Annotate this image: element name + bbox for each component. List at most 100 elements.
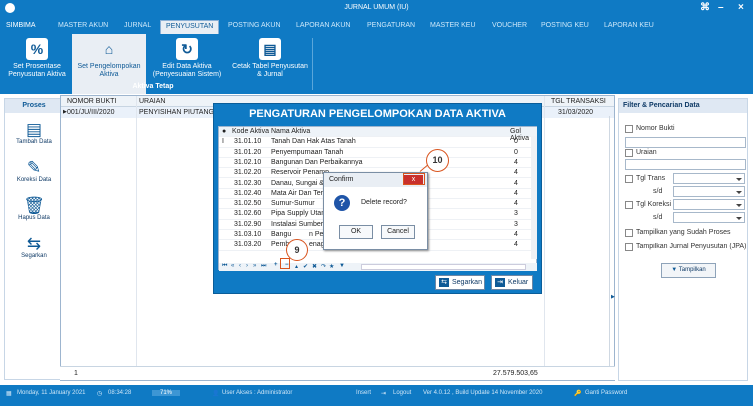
horizontal-scrollbar[interactable] <box>361 264 526 270</box>
menu-master-keu[interactable]: MASTER KEU <box>430 22 476 29</box>
menu-pengaturan[interactable]: PENGATURAN <box>367 22 415 29</box>
tgl-koreksi-label: Tgl Koreksi <box>636 201 672 208</box>
menu-posting-akun[interactable]: POSTING AKUN <box>228 22 281 29</box>
next-record-icon[interactable]: › <box>246 263 248 269</box>
tgl-trans-from-dropdown[interactable] <box>673 173 745 184</box>
uraian-checkbox[interactable] <box>625 149 633 157</box>
prev-page-icon[interactable]: « <box>231 263 234 269</box>
print-icon: ▤ <box>259 38 281 60</box>
aktiva-header: ● Kode Aktiva Nama Aktiva Gol Aktiva <box>219 127 537 142</box>
status-bar: ▦ Monday, 11 January 2021 ◷ 08:34:28 71%… <box>0 385 753 406</box>
close-icon[interactable]: × <box>738 2 744 13</box>
sd-label: s/d <box>653 214 663 221</box>
footer-count: 1 <box>74 370 78 377</box>
ribbon-group-label: Aktiva Tetap <box>132 83 174 90</box>
menu-jurnal[interactable]: JURNAL <box>124 22 151 29</box>
pin-icon[interactable]: ⌘ <box>700 2 710 13</box>
grid-footer: 1 27.579.503,65 <box>60 366 615 380</box>
tgl-trans-to-dropdown[interactable] <box>673 186 745 197</box>
callout-step-9: 9 <box>286 239 308 261</box>
nomor-bukti-label: Nomor Bukti <box>636 125 675 132</box>
logout-button[interactable]: Logout <box>393 390 411 396</box>
ok-button[interactable]: OK <box>339 225 373 239</box>
menu-voucher[interactable]: VOUCHER <box>492 22 527 29</box>
refresh-record-icon[interactable]: ↷ <box>321 263 326 270</box>
next-page-icon[interactable]: » <box>253 263 256 269</box>
minimize-icon[interactable]: – <box>718 2 724 13</box>
last-record-icon[interactable]: ⏭ <box>261 263 266 270</box>
highlight-delete <box>280 258 290 269</box>
nomor-bukti-input[interactable] <box>625 137 746 148</box>
col-tgl-transaksi[interactable]: TGL TRANSAKSI <box>551 98 606 105</box>
nomor-bukti-checkbox[interactable] <box>625 125 633 133</box>
koreksi-data-button[interactable]: ✎ Koreksi Data <box>5 159 63 184</box>
table-row[interactable]: I 31.01.10 Tanah Dan Hak Atas Tanah 0 <box>219 137 537 148</box>
insert-record-icon[interactable]: + <box>274 262 278 268</box>
filter-icon: ▼ <box>671 267 678 273</box>
right-arrow-icon[interactable]: ▶ <box>611 294 615 300</box>
menu-bar: SIMBIMA MASTER AKUN JURNAL PENYUSUTAN PO… <box>0 17 753 34</box>
highlight-close <box>403 173 425 185</box>
hapus-data-button[interactable]: 🗑 Hapus Data <box>5 197 63 222</box>
logout-icon[interactable]: ⇥ <box>381 390 386 397</box>
tgl-trans-checkbox[interactable] <box>625 175 633 183</box>
add-doc-icon: ▤ <box>25 120 43 139</box>
status-version: Ver 4.0.12 , Build Update 14 November 20… <box>423 390 543 396</box>
menu-laporan-akun[interactable]: LAPORAN AKUN <box>296 22 350 29</box>
percent-icon: % <box>26 38 48 60</box>
tambah-data-button[interactable]: ▤ Tambah Data <box>5 120 63 146</box>
cancel-button[interactable]: Cancel <box>381 225 415 239</box>
menu-posting-keu[interactable]: POSTING KEU <box>541 22 589 29</box>
post-record-icon[interactable]: ✔ <box>303 263 308 270</box>
refresh-icon: ↻ <box>176 38 198 60</box>
cetak-tabel-button[interactable]: ▤ Cetak Tabel Penyusutan & Jurnal <box>232 34 308 94</box>
table-row[interactable]: 31.01.20 Penyempurnaan Tanah 0 <box>219 148 537 158</box>
first-record-icon[interactable]: ⏮ <box>222 263 227 270</box>
app-name[interactable]: SIMBIMA <box>6 22 36 29</box>
confirm-message: Delete record? <box>361 199 407 206</box>
menu-laporan-keu[interactable]: LAPORAN KEU <box>604 22 654 29</box>
cancel-record-icon[interactable]: ✖ <box>312 263 317 270</box>
tgl-trans-label: Tgl Trans <box>636 175 666 182</box>
col-uraian[interactable]: URAIAN <box>139 98 165 105</box>
bookmark-icon[interactable]: ★ <box>329 263 334 270</box>
table-row[interactable]: 31.02.10 Bangunan Dan Perbaikannya 4 <box>219 158 537 169</box>
prev-record-icon[interactable]: ‹ <box>239 263 241 269</box>
tampilkan-jpa-checkbox[interactable] <box>625 243 633 251</box>
grid-divider <box>609 116 610 366</box>
edit-record-icon[interactable]: ▴ <box>295 263 298 270</box>
tampilkan-proses-checkbox[interactable] <box>625 229 633 237</box>
refresh-arrows-icon: ⇆ <box>26 234 42 253</box>
filter-record-icon[interactable]: ▼ <box>339 263 345 269</box>
tampilkan-proses-label: Tampilkan yang Sudah Proses <box>636 229 731 236</box>
segarkan-dialog-button[interactable]: ⇆ Segarkan <box>435 275 485 290</box>
window-title: JURNAL UMUM (IU) <box>344 4 409 11</box>
ribbon-divider <box>312 38 313 90</box>
col-kode-aktiva[interactable]: Kode Aktiva <box>232 128 269 135</box>
uraian-input[interactable] <box>625 159 746 170</box>
cell-tanggal: 31/03/2020 <box>558 109 594 116</box>
status-time: 08:34:28 <box>108 390 132 396</box>
col-nama-aktiva[interactable]: Nama Aktiva <box>271 128 310 135</box>
tgl-koreksi-from-dropdown[interactable] <box>673 199 745 210</box>
vertical-scrollbar[interactable] <box>531 137 537 259</box>
status-date: Monday, 11 January 2021 <box>17 390 86 396</box>
tgl-koreksi-checkbox[interactable] <box>625 201 633 209</box>
user-icon: 👤 <box>212 391 220 397</box>
menu-master-akun[interactable]: MASTER AKUN <box>58 22 108 29</box>
tgl-koreksi-to-dropdown[interactable] <box>673 212 745 223</box>
segarkan-button[interactable]: ⇆ Segarkan <box>5 234 63 260</box>
header-indicator: ● <box>222 128 227 135</box>
set-prosentase-button[interactable]: % Set Prosentase Penyusutan Aktiva <box>6 34 68 94</box>
status-insert: Insert <box>356 390 372 396</box>
status-progress: 71% <box>152 390 181 396</box>
tampilkan-button[interactable]: ▼ Tampilkan <box>661 263 716 278</box>
col-nomor-bukti[interactable]: NOMOR BUKTI <box>67 98 116 105</box>
filter-panel-title: Filter & Pencarian Data <box>619 99 747 113</box>
calendar-icon: ▦ <box>6 391 12 397</box>
keluar-button[interactable]: ⇥ Keluar <box>491 275 533 290</box>
menu-penyusutan[interactable]: PENYUSUTAN <box>160 20 220 34</box>
sd-label: s/d <box>653 188 663 195</box>
change-password-link[interactable]: Ganti Password <box>585 390 627 396</box>
filter-panel: Filter & Pencarian Data Nomor Bukti Urai… <box>618 98 748 381</box>
